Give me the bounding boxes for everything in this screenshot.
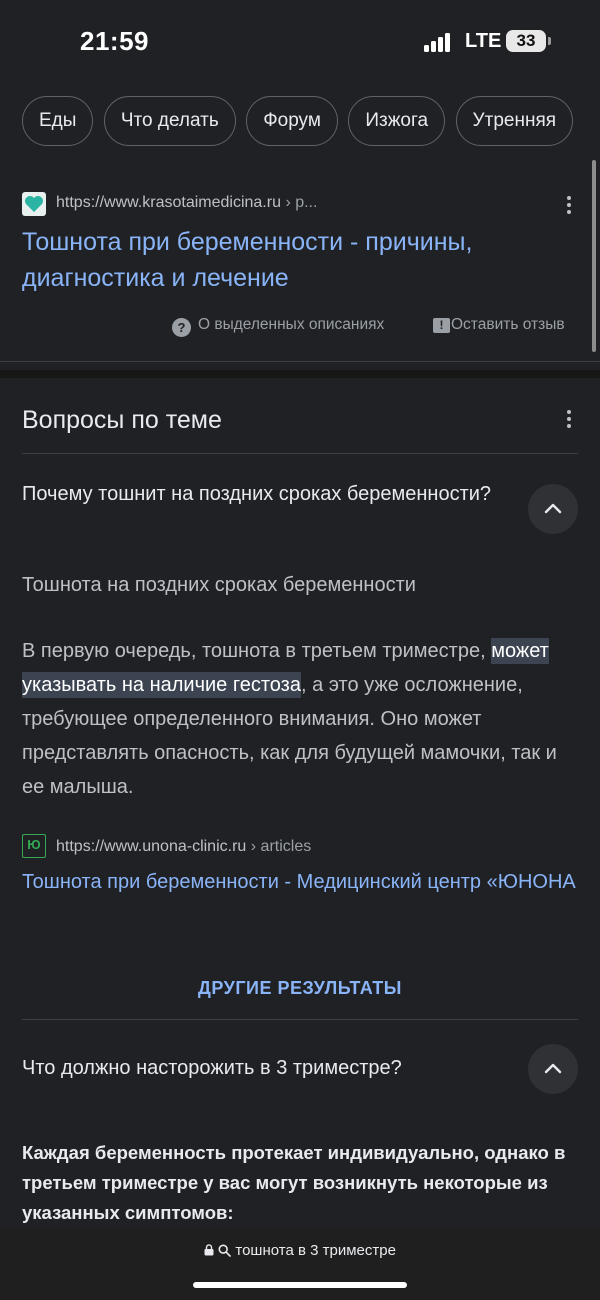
- feedback-icon: !: [433, 318, 450, 333]
- related-questions-heading: Вопросы по теме: [22, 406, 222, 434]
- collapse-button[interactable]: [528, 1044, 578, 1094]
- chip-food[interactable]: Еды: [22, 96, 94, 146]
- home-indicator[interactable]: [193, 1282, 407, 1288]
- address-bar[interactable]: тошнота в 3 триместре: [0, 1242, 600, 1259]
- answer-subtitle: Тошнота на поздних сроках беременности: [22, 574, 416, 596]
- more-vert-icon[interactable]: [559, 410, 579, 434]
- collapse-button[interactable]: [528, 484, 578, 534]
- feedback-button[interactable]: ! Оставить отзыв: [433, 316, 565, 334]
- source-title-link[interactable]: Тошнота при беременности - Медицинский ц…: [22, 864, 578, 900]
- result-url-path: › p...: [285, 194, 318, 211]
- chevron-up-icon: [544, 503, 562, 514]
- chevron-up-icon: [544, 1063, 562, 1074]
- related-questions: Вопросы по теме Почему тошнит на поздних…: [0, 370, 600, 1230]
- search-icon: [218, 1244, 232, 1257]
- about-label: О выделенных описаниях: [198, 316, 385, 333]
- network-type: LTE: [465, 30, 502, 52]
- more-vert-icon[interactable]: [559, 196, 579, 220]
- chip-heartburn[interactable]: Изжога: [348, 96, 446, 146]
- question-2[interactable]: Что должно насторожить в 3 триместре?: [22, 1054, 502, 1082]
- lock-icon: [204, 1244, 214, 1256]
- about-featured-snippets[interactable]: ? О выделенных описаниях: [172, 316, 384, 337]
- answer-text-start: В первую очередь, тошнота в третьем трим…: [22, 640, 492, 662]
- battery-icon: 33: [506, 30, 546, 52]
- battery-tip: [548, 37, 551, 45]
- search-result: https://www.krasotaimedicina.ru › p... Т…: [0, 170, 600, 362]
- more-results-button[interactable]: ДРУГИЕ РЕЗУЛЬТАТЫ: [0, 978, 600, 999]
- answer-2-text: Каждая беременность протекает индивидуал…: [22, 1142, 566, 1223]
- feedback-label: Оставить отзыв: [451, 316, 565, 333]
- status-time: 21:59: [80, 26, 149, 56]
- source-url-path: › articles: [250, 838, 312, 855]
- site-favicon-icon: [22, 192, 46, 216]
- source-url-domain: https://www.unona-clinic.ru: [56, 838, 247, 855]
- help-icon: ?: [172, 318, 191, 337]
- browser-bottom-bar: тошнота в 3 триместре: [0, 1228, 600, 1300]
- status-bar: 21:59 LTE 33: [0, 0, 600, 84]
- result-url[interactable]: https://www.krasotaimedicina.ru › p...: [56, 194, 317, 212]
- signal-icon: [424, 32, 454, 52]
- divider: [22, 1019, 578, 1020]
- answer-text: В первую очередь, тошнота в третьем трим…: [22, 634, 578, 804]
- question-1[interactable]: Почему тошнит на поздних сроках беременн…: [22, 480, 502, 508]
- filter-chips: Еды Что делать Форум Изжога Утренняя: [22, 96, 600, 146]
- address-text: тошнота в 3 триместре: [235, 1242, 396, 1259]
- source-favicon-icon: Ю: [22, 834, 46, 858]
- chip-forum[interactable]: Форум: [246, 96, 338, 146]
- chip-morning[interactable]: Утренняя: [455, 96, 574, 146]
- source-url[interactable]: https://www.unona-clinic.ru › articles: [56, 838, 311, 856]
- divider: [22, 453, 578, 454]
- chip-what-to-do[interactable]: Что делать: [103, 96, 236, 146]
- result-url-domain: https://www.krasotaimedicina.ru: [56, 194, 281, 211]
- result-title-link[interactable]: Тошнота при беременности - причины, диаг…: [22, 224, 582, 296]
